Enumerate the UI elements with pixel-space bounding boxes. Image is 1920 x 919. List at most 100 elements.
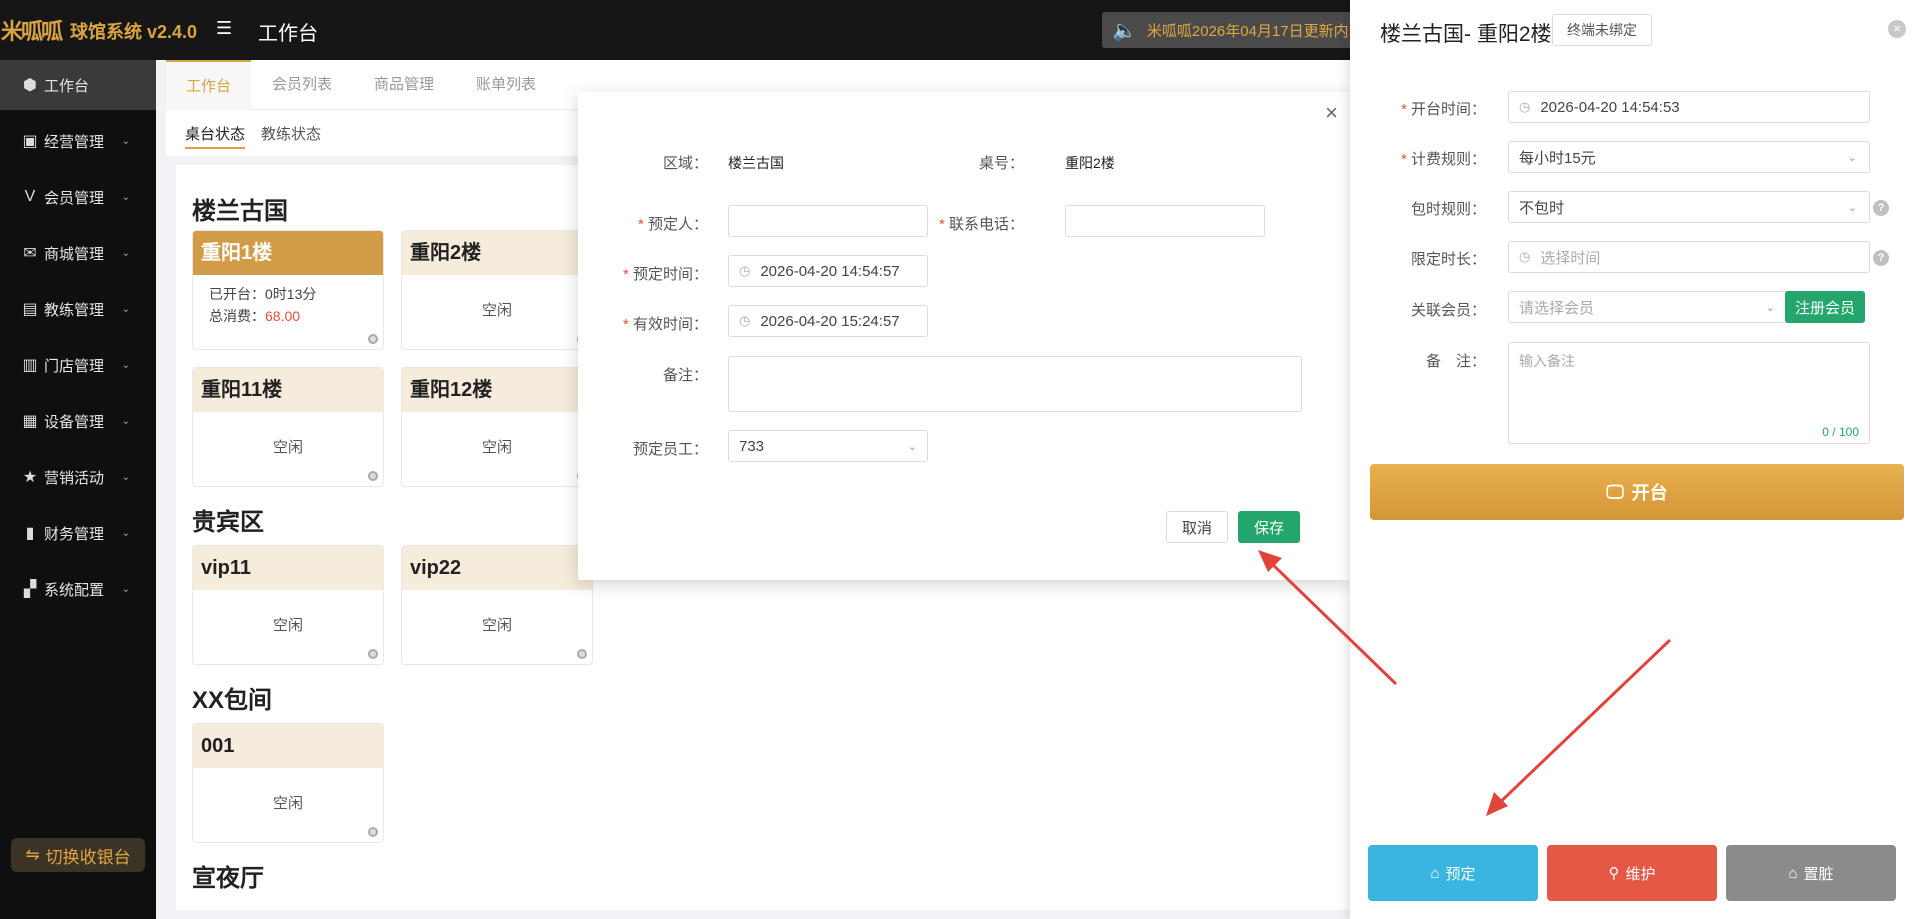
tab-workbench[interactable]: 工作台 (166, 60, 252, 110)
sidebar-item-business[interactable]: ▣ 经营管理 ⌄ (0, 116, 156, 166)
status-dot (368, 471, 378, 481)
notice-banner[interactable]: 🔈 米呱呱2026年04月17日更新内 (1102, 12, 1362, 48)
booker-input[interactable] (728, 205, 928, 237)
mark-dirty-button[interactable]: ⌂ 置脏 (1726, 845, 1896, 901)
table-status: 空闲 (272, 439, 303, 456)
open-table-button[interactable]: 🖵 开台 (1370, 464, 1904, 520)
sidebar-item-shop[interactable]: ✉ 商城管理 ⌄ (0, 228, 156, 278)
table-card[interactable]: 重阳11楼 空闲 (192, 367, 384, 487)
book-time-picker[interactable]: ◷ 2026-04-20 14:54:57 (728, 255, 928, 287)
billing-select[interactable]: 每小时15元 ⌄ (1508, 141, 1870, 173)
sidebar-item-workbench[interactable]: ⬢ 工作台 (0, 60, 156, 110)
tab-bills[interactable]: 账单列表 (456, 60, 556, 110)
table-status: 空闲 (272, 617, 303, 634)
save-button[interactable]: 保存 (1238, 511, 1300, 543)
chevron-down-icon: ⌄ (1847, 201, 1857, 214)
area-title: 贵宾区 (192, 509, 264, 536)
table-name: 重阳2楼 (402, 231, 592, 275)
help-icon[interactable]: ? (1873, 200, 1889, 216)
package-label: 包时规则： (1410, 201, 1486, 218)
close-icon[interactable]: × (1888, 20, 1906, 38)
table-name: vip11 (193, 546, 383, 590)
sidebar-item-marketing[interactable]: ★ 营销活动 ⌄ (0, 452, 156, 502)
area-label: 区域： (662, 155, 708, 172)
remark-label: 备注： (662, 367, 708, 384)
sidebar: ⬢ 工作台 ▣ 经营管理 ⌄ V 会员管理 ⌄ ✉ 商城管理 ⌄ ▤ 教练管理 ⌄ ▥ 门店管理 ⌄ … (0, 60, 156, 919)
staff-label: 预定员工： (632, 441, 708, 458)
clock-icon: ◷ (739, 263, 751, 278)
clock-icon: ◷ (1519, 99, 1531, 114)
package-select[interactable]: 不包时 ⌄ (1508, 191, 1870, 223)
grid-icon: ▞ (23, 581, 37, 598)
help-icon[interactable]: ? (1873, 250, 1889, 266)
table-card[interactable]: 001 空闲 (192, 723, 384, 843)
close-icon[interactable]: × (1325, 100, 1338, 126)
table-name: 重阳1楼 (193, 231, 383, 275)
sidebar-item-coaches[interactable]: ▤ 教练管理 ⌄ (0, 284, 156, 334)
area-value: 楼兰古国 (728, 155, 784, 171)
table-card[interactable]: 重阳12楼 空闲 (401, 367, 593, 487)
phone-label: * 联系电话： (938, 216, 1024, 233)
table-name: 001 (193, 724, 383, 768)
clock-icon: ◷ (739, 313, 751, 328)
coach-icon: ▤ (22, 301, 38, 318)
table-value: 重阳2楼 (1065, 155, 1115, 171)
device-icon: ▦ (22, 413, 38, 430)
switch-cashier-button[interactable]: ⇋ 切换收银台 (11, 838, 145, 872)
chevron-down-icon: ⌄ (121, 471, 130, 483)
limit-label: 限定时长： (1410, 251, 1486, 268)
broom-icon: ⌂ (1788, 864, 1798, 882)
chevron-down-icon: ⌄ (121, 303, 130, 315)
table-card[interactable]: vip11 空闲 (192, 545, 384, 665)
sidebar-item-members[interactable]: V 会员管理 ⌄ (0, 172, 156, 222)
app-title: 球馆系统 v2.4.0 (70, 22, 198, 42)
sidebar-item-finance[interactable]: ▮ 财务管理 ⌄ (0, 508, 156, 558)
cancel-button[interactable]: 取消 (1166, 511, 1228, 543)
page-title: 工作台 (258, 23, 318, 45)
open-table-drawer: 楼兰古国- 重阳2楼 终端未绑定 × * 开台时间： ◷ 2026-04-20 1… (1350, 0, 1920, 919)
reservation-dialog: × 区域： 楼兰古国 桌号： 重阳2楼 * 预定人： * 联系电话： * 预定时… (578, 92, 1350, 580)
sidebar-item-devices[interactable]: ▦ 设备管理 ⌄ (0, 396, 156, 446)
tab-goods[interactable]: 商品管理 (354, 60, 454, 110)
chevron-down-icon: ⌄ (1847, 151, 1857, 164)
valid-time-picker[interactable]: ◷ 2026-04-20 15:24:57 (728, 305, 928, 337)
subtab-coach-status[interactable]: 教练状态 (261, 123, 321, 144)
reserve-button[interactable]: ⌂ 预定 (1368, 845, 1538, 901)
chevron-down-icon: ⌄ (121, 583, 130, 595)
register-member-button[interactable]: 注册会员 (1785, 291, 1865, 323)
subtab-table-status[interactable]: 桌台状态 (185, 123, 246, 149)
sidebar-item-stores[interactable]: ▥ 门店管理 ⌄ (0, 340, 156, 390)
remark-label: 备 注： (1425, 353, 1486, 370)
drawer-title: 楼兰古国- 重阳2楼 (1380, 23, 1552, 46)
open-time-label: * 开台时间： (1400, 101, 1486, 118)
briefcase-icon: ▣ (22, 133, 38, 150)
area-title: 楼兰古国 (192, 198, 288, 225)
table-card[interactable]: 重阳1楼 已开台：0时13分 总消费：68.00 (192, 230, 384, 350)
limit-time-picker[interactable]: ◷ 选择时间 (1508, 241, 1870, 273)
sidebar-item-settings[interactable]: ▞ 系统配置 ⌄ (0, 564, 156, 614)
tab-member-list[interactable]: 会员列表 (252, 60, 352, 110)
table-card[interactable]: vip22 空闲 (401, 545, 593, 665)
status-dot (368, 649, 378, 659)
table-name: 重阳11楼 (193, 368, 383, 412)
remark-textarea[interactable] (728, 356, 1302, 412)
table-card[interactable]: 重阳2楼 空闲 (401, 230, 593, 350)
terminal-status-badge[interactable]: 终端未绑定 (1552, 14, 1652, 46)
staff-select[interactable]: 733 ⌄ (728, 430, 928, 462)
open-time-picker[interactable]: ◷ 2026-04-20 14:54:53 (1508, 91, 1870, 123)
table-name: vip22 (402, 546, 592, 590)
store-icon: ▥ (22, 357, 38, 374)
member-select[interactable]: 请选择会员 ⌄ (1508, 291, 1788, 323)
area-title: XX包间 (192, 687, 273, 714)
menu-toggle-icon[interactable]: ☰ (216, 18, 232, 39)
book-time-label: * 预定时间： (622, 266, 708, 283)
area-title: 宣夜厅 (192, 865, 264, 892)
maintain-button[interactable]: ⚲ 维护 (1547, 845, 1717, 901)
phone-input[interactable] (1065, 205, 1265, 237)
chevron-down-icon: ⌄ (121, 247, 130, 259)
chevron-down-icon: ⌄ (121, 359, 130, 371)
chevron-down-icon: ⌄ (121, 415, 130, 427)
chevron-down-icon: ⌄ (1765, 301, 1775, 314)
table-status: 空闲 (481, 302, 512, 319)
remark-textarea[interactable]: 输入备注 0 / 100 (1508, 342, 1870, 444)
